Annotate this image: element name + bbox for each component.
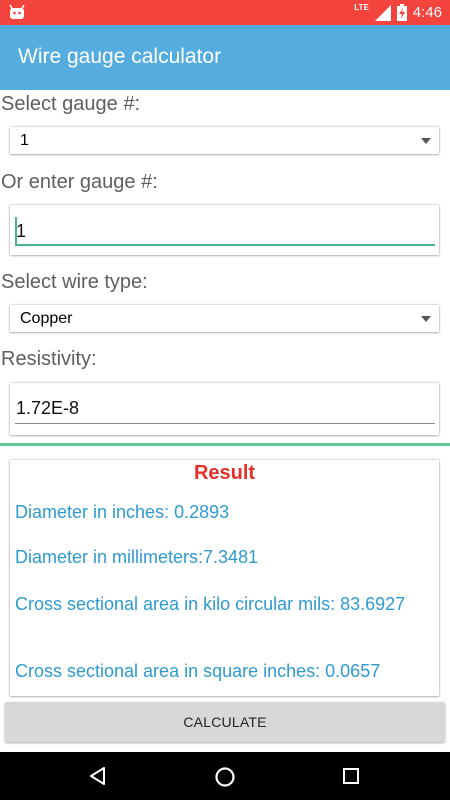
wire-type-spinner-value: Copper	[20, 310, 73, 327]
resistivity-input-card: 1.72E-8	[10, 383, 439, 435]
dropdown-arrow-icon	[421, 316, 431, 322]
wire-type-label: Select wire type:	[1, 271, 148, 293]
gauge-input-underline	[15, 244, 435, 246]
result-title: Result	[193, 462, 256, 484]
gauge-input-card: 1	[10, 205, 439, 255]
network-type-label: LTE	[354, 3, 369, 12]
result-card: Result Diameter in inches: 0.2893 Diamet…	[10, 460, 439, 696]
result-area-kcmil: Cross sectional area in kilo circular mi…	[15, 594, 406, 614]
dropdown-arrow-icon	[421, 138, 431, 144]
home-icon[interactable]	[214, 766, 236, 788]
gauge-input[interactable]: 1	[16, 221, 26, 242]
status-time: 4:46	[412, 4, 442, 21]
resistivity-input-underline	[15, 423, 435, 424]
recents-icon[interactable]	[342, 766, 360, 786]
result-diameter-inches: Diameter in inches: 0.2893	[15, 502, 230, 522]
resistivity-label: Resistivity:	[1, 348, 97, 370]
gauge-spinner[interactable]: 1	[10, 127, 439, 154]
back-icon[interactable]	[88, 766, 108, 786]
select-gauge-label: Select gauge #:	[1, 93, 140, 115]
app-title: Wire gauge calculator	[18, 45, 222, 68]
result-area-sq-in: Cross sectional area in square inches: 0…	[15, 661, 381, 681]
gauge-spinner-value: 1	[20, 132, 29, 149]
section-divider	[0, 443, 450, 446]
resistivity-input[interactable]: 1.72E-8	[16, 398, 79, 419]
signal-icon	[374, 4, 391, 21]
result-diameter-mm: Diameter in millimeters:7.3481	[15, 547, 259, 567]
enter-gauge-label: Or enter gauge #:	[1, 171, 158, 193]
calculate-button[interactable]: CALCULATE	[5, 702, 445, 742]
android-notification-icon	[9, 4, 25, 19]
wire-type-spinner[interactable]: Copper	[10, 305, 439, 332]
navigation-bar	[0, 752, 450, 800]
battery-charging-icon	[396, 4, 407, 21]
app-bar: Wire gauge calculator	[0, 25, 450, 90]
status-bar: LTE 4:46	[0, 0, 450, 25]
